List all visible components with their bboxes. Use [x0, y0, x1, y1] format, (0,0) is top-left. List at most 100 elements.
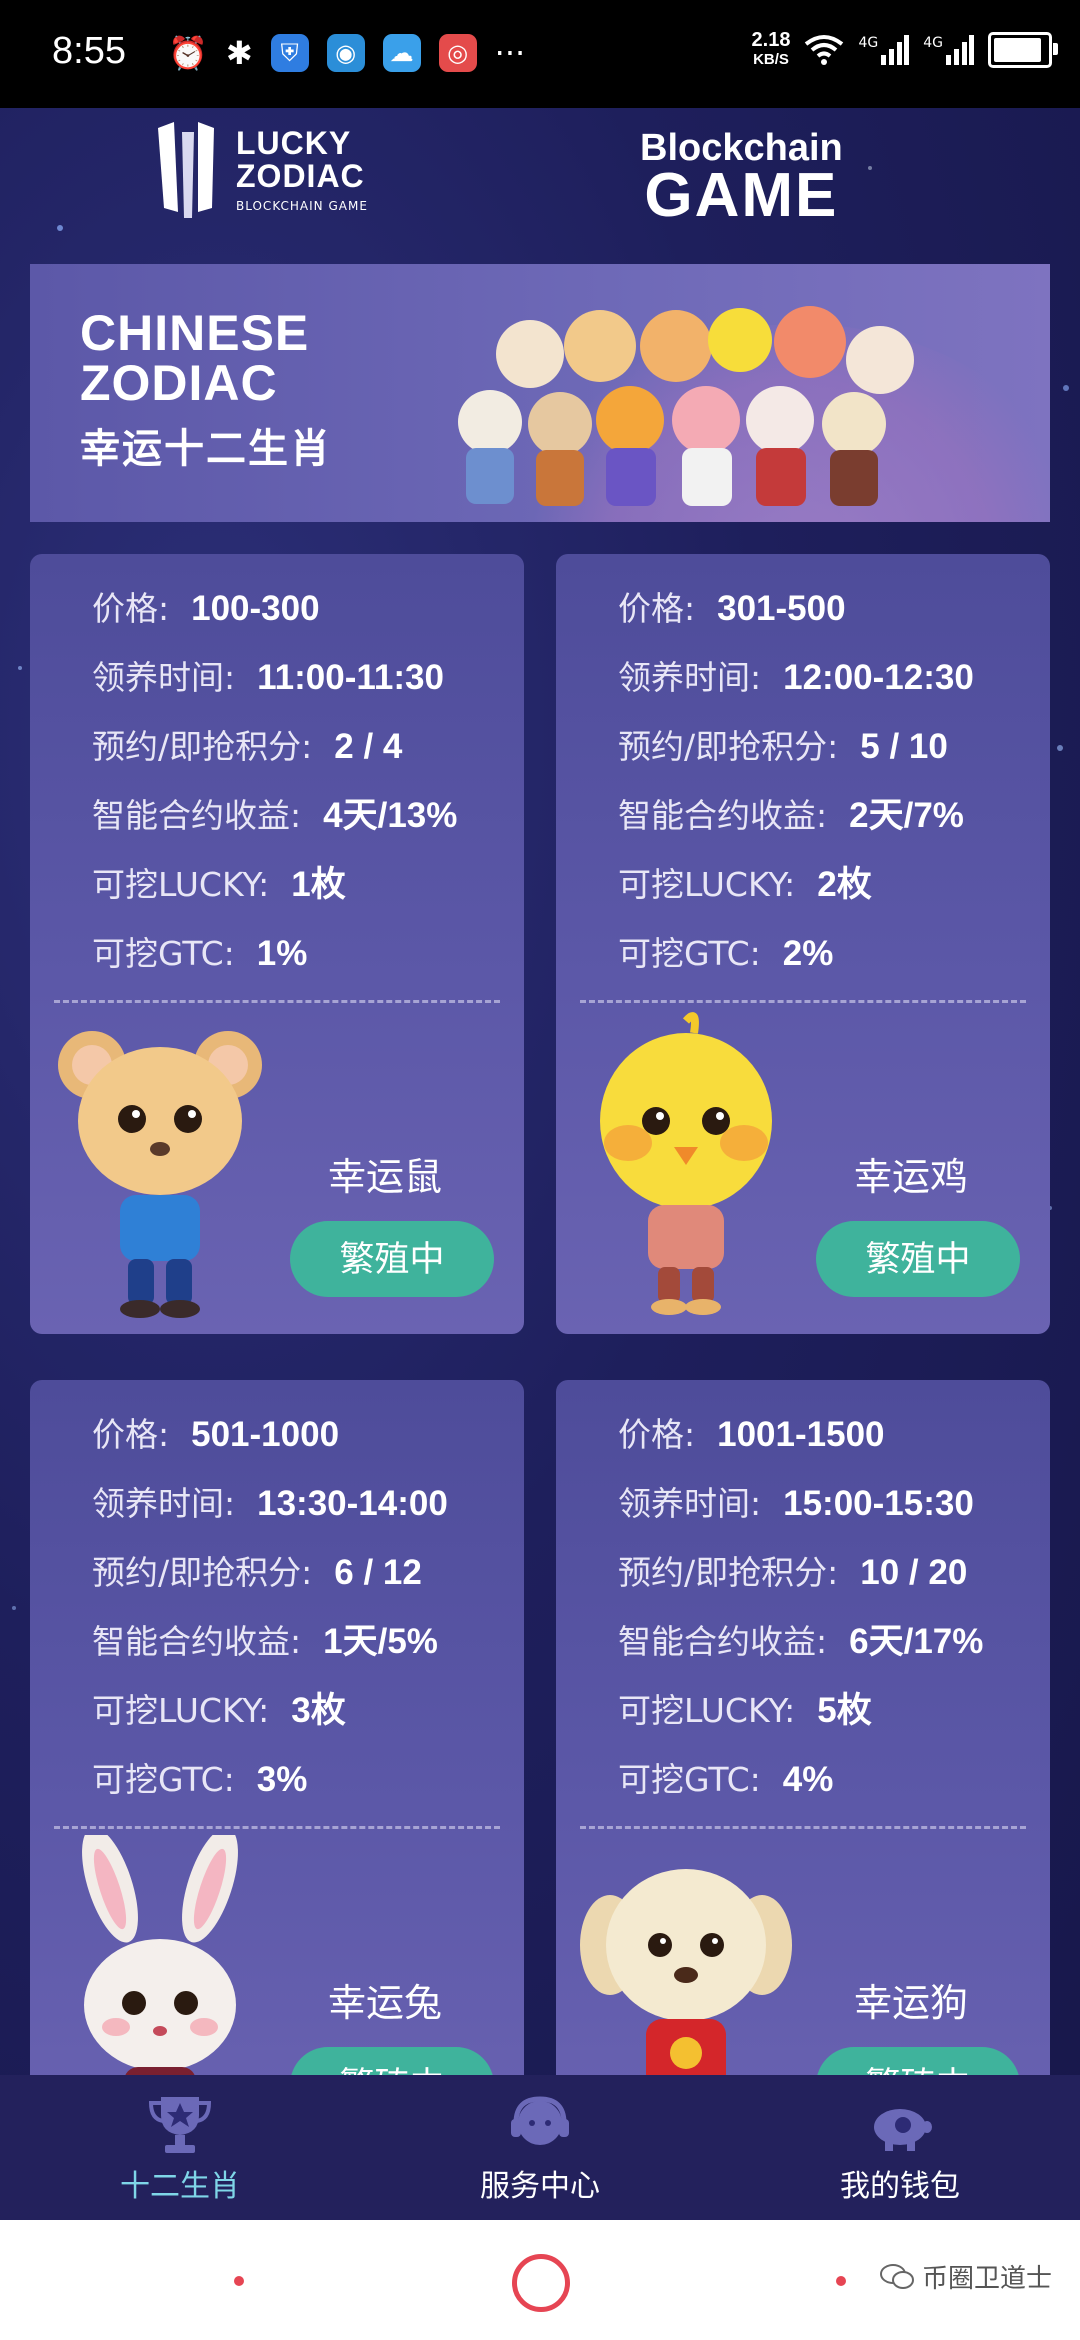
card-divider	[580, 1826, 1026, 1829]
banner-front-row	[458, 386, 886, 506]
lucky-row: 可挖LUCKY: 3枚	[92, 1676, 448, 1745]
card-divider	[580, 1000, 1026, 1003]
adopt-time-label: 领养时间:	[618, 1484, 762, 1523]
home-button[interactable]	[512, 2254, 570, 2312]
piggy-bank-icon	[874, 2109, 932, 2151]
gtc-value: 4%	[782, 1760, 834, 1799]
price-row: 价格: 501-1000	[92, 1400, 448, 1469]
zodiac-characters-illustration	[458, 306, 914, 506]
trophy-icon	[148, 2097, 212, 2153]
zodiac-card-chicken[interactable]: 价格: 301-500 领养时间: 12:00-12:30 预约/即抢积分: 5 / …	[556, 554, 1050, 1334]
bluetooth-icon: ✱	[225, 34, 253, 72]
battery-fill	[994, 38, 1041, 62]
banner-back-row	[496, 306, 914, 394]
points-row: 预约/即抢积分: 10 / 20	[618, 1538, 983, 1607]
breeding-button[interactable]: 繁殖中	[290, 1221, 494, 1297]
yield-label: 智能合约收益:	[92, 1622, 302, 1661]
adopt-time-label: 领养时间:	[618, 658, 762, 697]
adopt-time-label: 领养时间:	[92, 1484, 236, 1523]
points-value: 10 / 20	[860, 1553, 968, 1592]
price-row: 价格: 301-500	[618, 574, 974, 643]
nav-label: 十二生肖	[120, 2169, 240, 2204]
yield-value: 2天/7%	[849, 796, 964, 835]
points-row: 预约/即抢积分: 5 / 10	[618, 712, 974, 781]
card-info: 价格: 301-500 领养时间: 12:00-12:30 预约/即抢积分: 5 / …	[618, 574, 974, 988]
points-label: 预约/即抢积分:	[92, 1553, 313, 1592]
lucky-label: 可挖LUCKY:	[618, 865, 796, 904]
watermark-text: 币圈卫道士	[922, 2264, 1053, 2294]
lucky-row: 可挖LUCKY: 2枚	[618, 850, 974, 919]
price-label: 价格:	[618, 1415, 696, 1454]
network-speed: 2.18 KB/S	[752, 30, 791, 70]
lucky-label: 可挖LUCKY:	[92, 865, 270, 904]
yield-row: 智能合约收益: 2天/7%	[618, 781, 974, 850]
cloud-app-icon: ☁	[382, 34, 421, 72]
zodiac-card-rat[interactable]: 价格: 100-300 领养时间: 11:00-11:30 预约/即抢积分: 2 / …	[30, 554, 524, 1334]
headset-icon	[511, 2096, 569, 2145]
status-icons-right: 2.18 KB/S 4G 4G	[752, 30, 1058, 70]
gtc-label: 可挖GTC:	[92, 934, 235, 973]
pet-name: 幸运鸡	[854, 1155, 969, 1199]
network-speed-unit: KB/S	[753, 51, 789, 68]
signal-bars-icon	[946, 35, 974, 65]
points-label: 预约/即抢积分:	[618, 727, 839, 766]
lucky-row: 可挖LUCKY: 5枚	[618, 1676, 983, 1745]
zodiac-card-dog[interactable]: 价格: 1001-1500 领养时间: 15:00-15:30 预约/即抢积分: 10…	[556, 1380, 1050, 2160]
yield-value: 4天/13%	[323, 796, 458, 835]
gtc-value: 2%	[782, 934, 834, 973]
lucky-value: 1枚	[291, 865, 346, 904]
adopt-time-value: 12:00-12:30	[783, 658, 974, 697]
nav-item-wallet[interactable]: 我的钱包	[720, 2075, 1080, 2220]
back-button[interactable]	[836, 2276, 846, 2286]
nav-label: 我的钱包	[840, 2169, 960, 2204]
yield-label: 智能合约收益:	[92, 796, 302, 835]
points-value: 6 / 12	[334, 1553, 422, 1592]
alarm-icon: ⏰	[168, 34, 208, 72]
yield-row: 智能合约收益: 6天/17%	[618, 1607, 983, 1676]
rat-character-icon	[58, 1031, 262, 1318]
zodiac-banner[interactable]: CHINESE ZODIAC 幸运十二生肖	[30, 264, 1050, 522]
lucky-zodiac-logo-mark-icon	[158, 122, 214, 218]
signal-1: 4G	[858, 35, 910, 65]
card-info: 价格: 501-1000 领养时间: 13:30-14:00 预约/即抢积分: 6 /…	[92, 1400, 448, 1814]
adopt-time-value: 15:00-15:30	[783, 1484, 974, 1523]
pet-name: 幸运狗	[854, 1981, 969, 2025]
signal-2: 4G	[923, 35, 974, 65]
signal-label-1: 4G	[858, 35, 879, 51]
signal-bars-icon	[881, 35, 910, 65]
points-row: 预约/即抢积分: 2 / 4	[92, 712, 457, 781]
nav-label: 服务中心	[480, 2169, 600, 2204]
adopt-time-row: 领养时间: 11:00-11:30	[92, 643, 457, 712]
card-info: 价格: 100-300 领养时间: 11:00-11:30 预约/即抢积分: 2 / …	[92, 574, 457, 988]
lucky-row: 可挖LUCKY: 1枚	[92, 850, 457, 919]
recent-apps-button[interactable]	[234, 2276, 244, 2286]
adopt-time-row: 领养时间: 13:30-14:00	[92, 1469, 448, 1538]
price-label: 价格:	[92, 1415, 170, 1454]
gtc-label: 可挖GTC:	[618, 934, 761, 973]
logo-left-subtitle: BLOCKCHAIN GAME	[236, 199, 368, 213]
wifi-icon	[805, 35, 844, 65]
nav-item-zodiac[interactable]: 十二生肖	[0, 2075, 360, 2220]
banner-title-line2: ZODIAC	[80, 355, 278, 411]
price-value: 301-500	[717, 589, 846, 628]
lucky-zodiac-logo: LUCKY ZODIAC BLOCKCHAIN GAME	[158, 122, 368, 218]
price-value: 501-1000	[191, 1415, 340, 1454]
wechat-icon	[880, 2263, 914, 2289]
lucky-value: 5枚	[817, 1691, 872, 1730]
nav-item-service-center[interactable]: 服务中心	[360, 2075, 720, 2220]
signal-label-2: 4G	[923, 35, 943, 51]
app-header: LUCKY ZODIAC BLOCKCHAIN GAME Blockchain …	[0, 108, 1080, 268]
gtc-row: 可挖GTC: 4%	[618, 1745, 983, 1814]
gtc-row: 可挖GTC: 1%	[92, 919, 457, 988]
points-label: 预约/即抢积分:	[618, 1553, 839, 1592]
breeding-button[interactable]: 繁殖中	[816, 1221, 1020, 1297]
pet-name: 幸运兔	[328, 1981, 443, 2025]
yield-label: 智能合约收益:	[618, 796, 828, 835]
gtc-row: 可挖GTC: 3%	[92, 1745, 448, 1814]
banner-title-line1: CHINESE	[80, 305, 310, 361]
points-label: 预约/即抢积分:	[92, 727, 313, 766]
adopt-time-row: 领养时间: 15:00-15:30	[618, 1469, 983, 1538]
price-value: 100-300	[191, 589, 320, 628]
zodiac-card-rabbit[interactable]: 价格: 501-1000 领养时间: 13:30-14:00 预约/即抢积分: 6 /…	[30, 1380, 524, 2160]
record-app-icon: ◎	[438, 34, 477, 72]
